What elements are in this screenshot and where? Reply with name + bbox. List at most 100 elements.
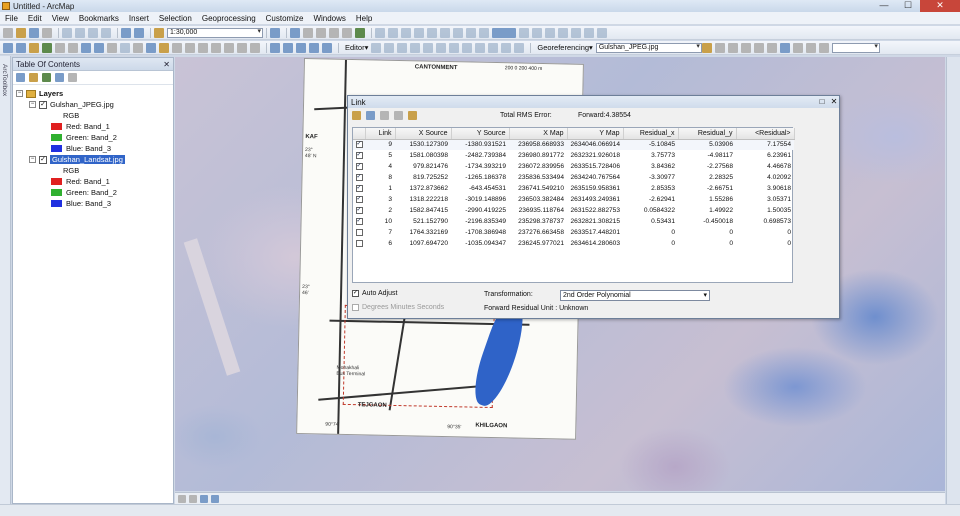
link-enabled-checkbox[interactable]: ✓	[355, 173, 363, 181]
pan-icon[interactable]	[29, 42, 39, 53]
link-dialog-titlebar[interactable]: Link □ ✕	[348, 96, 839, 108]
table-row[interactable]: ✓ 4 979.821476 -1734.393219 236072.83995…	[353, 161, 794, 172]
layers-root[interactable]: − Layers	[16, 88, 63, 99]
x-source-cell[interactable]: 1582.847415	[395, 205, 451, 216]
col-header-y-map[interactable]: Y Map	[567, 128, 624, 140]
list-by-source-icon[interactable]	[29, 73, 38, 82]
new-document-icon[interactable]	[3, 27, 13, 38]
layer-name[interactable]: Gulshan_JPEG.jpg	[50, 100, 114, 109]
zoom-in-icon[interactable]	[3, 42, 13, 53]
toolbar-tool-icon[interactable]	[270, 42, 280, 53]
y-source-cell[interactable]: -1734.393219	[451, 161, 509, 172]
x-map-cell[interactable]: 236072.839956	[509, 161, 567, 172]
layout-tool-icon[interactable]	[571, 27, 581, 38]
table-row[interactable]: ✓ 1 1372.873662 -643.454531 236741.54921…	[353, 183, 794, 194]
map-scale-combo[interactable]: 1:30,000	[167, 27, 263, 38]
x-source-cell[interactable]: 521.152790	[395, 216, 451, 227]
editor-toolbar-icon[interactable]	[270, 27, 280, 38]
menu-insert[interactable]: Insert	[124, 14, 154, 23]
y-source-cell[interactable]: -1380.931521	[451, 139, 509, 150]
layout-tool-icon[interactable]	[466, 27, 476, 38]
link-enabled-cell[interactable]: ✓	[353, 150, 365, 161]
toolbar-tool-icon[interactable]	[322, 42, 332, 53]
menu-help[interactable]: Help	[351, 14, 377, 23]
modelbuilder-icon[interactable]	[355, 27, 365, 38]
col-header-x-map[interactable]: X Map	[509, 128, 568, 140]
y-source-cell[interactable]: -1265.186378	[451, 172, 509, 183]
close-button[interactable]: ✕	[920, 0, 960, 12]
menu-geoprocessing[interactable]: Geoprocessing	[197, 14, 261, 23]
link-tool-icon[interactable]	[394, 111, 403, 120]
open-icon[interactable]	[16, 27, 26, 38]
layout-tool-icon[interactable]	[375, 27, 385, 38]
x-map-cell[interactable]: 235298.378737	[509, 216, 567, 227]
link-enabled-checkbox[interactable]	[355, 228, 363, 236]
copy-icon[interactable]	[75, 27, 85, 38]
x-source-cell[interactable]: 819.725252	[395, 172, 451, 183]
y-map-cell[interactable]: 2635159.958361	[567, 183, 623, 194]
col-header-residual-y[interactable]: Residual_y	[678, 128, 737, 140]
transformation-dropdown[interactable]: 2nd Order Polynomial	[560, 290, 710, 301]
toolbar-tool-icon[interactable]	[283, 42, 293, 53]
table-row[interactable]: 7 1764.332169 -1708.386948 237276.663458…	[353, 227, 794, 238]
layer-gulshan-landsat[interactable]: − ✓ Gulshan_Landsat.jpg	[29, 154, 125, 165]
auto-adjust-checkbox[interactable]: ✓	[352, 290, 359, 297]
y-map-cell[interactable]: 2634614.280603	[567, 238, 623, 249]
link-enabled-checkbox[interactable]: ✓	[355, 206, 363, 214]
y-source-cell[interactable]: -1708.386948	[451, 227, 509, 238]
x-source-cell[interactable]: 1097.694720	[395, 238, 451, 249]
link-enabled-cell[interactable]: ✓	[353, 161, 365, 172]
y-source-cell[interactable]: -1035.094347	[451, 238, 509, 249]
x-map-cell[interactable]: 235836.533494	[509, 172, 567, 183]
x-source-cell[interactable]: 1530.127309	[395, 139, 451, 150]
menu-windows[interactable]: Windows	[308, 14, 350, 23]
forward-extent-icon[interactable]	[94, 42, 104, 53]
list-by-visibility-icon[interactable]	[42, 73, 51, 82]
toolbar-tool-icon[interactable]	[309, 42, 319, 53]
arctoolbox-window-icon[interactable]	[329, 27, 339, 38]
add-data-icon[interactable]	[154, 27, 164, 38]
find-icon[interactable]	[198, 42, 208, 53]
edit-tool-icon[interactable]	[449, 42, 460, 53]
link-enabled-checkbox[interactable]	[355, 239, 363, 247]
edit-tool-icon[interactable]	[475, 42, 486, 53]
col-header-check[interactable]	[353, 128, 366, 140]
list-by-drawing-order-icon[interactable]	[16, 73, 25, 82]
zoom-out-icon[interactable]	[16, 42, 26, 53]
x-source-cell[interactable]: 1581.080398	[395, 150, 451, 161]
menu-selection[interactable]: Selection	[154, 14, 197, 23]
col-header-x-source[interactable]: X Source	[395, 128, 452, 140]
edit-tool-icon[interactable]	[371, 42, 382, 53]
x-source-cell[interactable]: 1318.222218	[395, 194, 451, 205]
save-links-icon[interactable]	[366, 111, 375, 120]
y-map-cell[interactable]: 2632321.926018	[567, 150, 623, 161]
maximize-button[interactable]: ☐	[896, 0, 920, 12]
color-picker-icon[interactable]	[492, 27, 516, 38]
x-map-cell[interactable]: 237276.663458	[509, 227, 567, 238]
table-row[interactable]: ✓ 9 1530.127309 -1380.931521 236958.6689…	[353, 139, 794, 150]
y-source-cell[interactable]: -2196.835349	[451, 216, 509, 227]
auto-adjust-option[interactable]: ✓ Auto Adjust	[352, 290, 397, 297]
layer-name-selected[interactable]: Gulshan_Landsat.jpg	[50, 155, 125, 164]
y-map-cell[interactable]: 2631522.882753	[567, 205, 623, 216]
x-source-cell[interactable]: 979.821476	[395, 161, 451, 172]
delete-icon[interactable]	[101, 27, 111, 38]
link-dialog-close-button[interactable]: ✕	[829, 97, 839, 107]
layout-tool-icon[interactable]	[440, 27, 450, 38]
dms-option[interactable]: Degrees Minutes Seconds	[352, 304, 444, 311]
link-enabled-cell[interactable]	[353, 238, 365, 249]
x-map-cell[interactable]: 236980.891772	[509, 150, 567, 161]
layout-tool-icon[interactable]	[414, 27, 424, 38]
link-enabled-cell[interactable]: ✓	[353, 139, 365, 150]
print-icon[interactable]	[42, 27, 52, 38]
col-header-link[interactable]: Link	[365, 128, 396, 140]
link-enabled-checkbox[interactable]: ✓	[355, 184, 363, 192]
layer-visibility-checkbox[interactable]: ✓	[39, 155, 47, 164]
link-enabled-checkbox[interactable]: ✓	[355, 151, 363, 159]
pause-drawing-icon[interactable]	[211, 494, 219, 503]
undo-icon[interactable]	[121, 27, 131, 38]
layout-tool-icon[interactable]	[532, 27, 542, 38]
menu-edit[interactable]: Edit	[23, 14, 47, 23]
layout-view-icon[interactable]	[189, 494, 197, 503]
select-features-icon[interactable]	[107, 42, 117, 53]
